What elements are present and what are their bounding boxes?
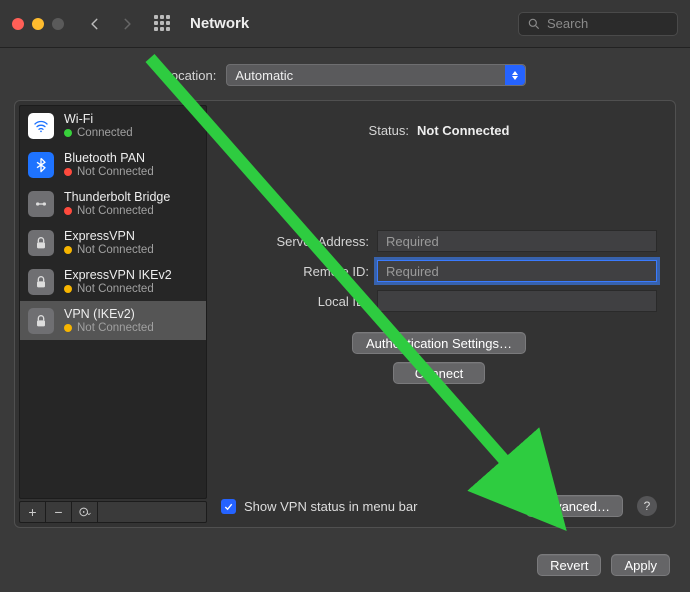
sidebar-item-bluetooth-pan[interactable]: Bluetooth PAN Not Connected <box>20 145 206 184</box>
main-panel: Wi-Fi Connected Bluetooth PAN Not Connec… <box>14 100 676 528</box>
detail-footer: Show VPN status in menu bar Advanced… ? <box>221 495 657 517</box>
bluetooth-icon <box>28 152 54 178</box>
close-window-button[interactable] <box>12 18 24 30</box>
remote-id-input[interactable]: Required <box>377 260 657 282</box>
sidebar-item-label: Thunderbolt Bridge <box>64 190 170 204</box>
status-dot-icon <box>64 168 72 176</box>
apply-button[interactable]: Apply <box>611 554 670 576</box>
back-button[interactable] <box>84 13 106 35</box>
status-dot-icon <box>64 129 72 137</box>
server-address-input[interactable]: Required <box>377 230 657 252</box>
sidebar-item-expressvpn-ikev2[interactable]: ExpressVPN IKEv2 Not Connected <box>20 262 206 301</box>
server-address-label: Server Address: <box>221 234 369 249</box>
connect-button[interactable]: Connect <box>393 362 485 384</box>
checkmark-icon <box>223 501 234 512</box>
sidebar-item-status: Not Connected <box>77 282 154 296</box>
local-id-label: Local ID: <box>221 294 369 309</box>
window-traffic-lights <box>12 18 64 30</box>
server-address-row: Server Address: Required <box>221 230 657 252</box>
service-list[interactable]: Wi-Fi Connected Bluetooth PAN Not Connec… <box>19 105 207 499</box>
forward-button[interactable] <box>116 13 138 35</box>
advanced-button[interactable]: Advanced… <box>526 495 623 517</box>
search-icon <box>527 17 541 31</box>
sidebar-item-status: Not Connected <box>77 321 154 335</box>
sidebar-item-label: ExpressVPN <box>64 229 154 243</box>
location-select[interactable]: Automatic <box>226 64 526 86</box>
authentication-settings-button[interactable]: Authentication Settings… <box>352 332 526 354</box>
status-dot-icon <box>64 285 72 293</box>
remote-id-label: Remote ID: <box>221 264 369 279</box>
lock-icon <box>28 230 54 256</box>
search-input[interactable]: Search <box>518 12 678 36</box>
sidebar-item-label: VPN (IKEv2) <box>64 307 154 321</box>
local-id-input[interactable] <box>377 290 657 312</box>
connection-status-row: Status: Not Connected <box>221 123 657 138</box>
status-dot-icon <box>64 207 72 215</box>
service-sidebar: Wi-Fi Connected Bluetooth PAN Not Connec… <box>15 101 211 527</box>
sidebar-footer: + − ⊙⌄ <box>19 501 207 523</box>
remote-id-placeholder: Required <box>386 264 439 279</box>
status-dot-icon <box>64 324 72 332</box>
status-dot-icon <box>64 246 72 254</box>
status-label: Status: <box>369 123 409 138</box>
remove-service-button[interactable]: − <box>46 502 72 522</box>
location-value: Automatic <box>235 68 293 83</box>
detail-pane: Status: Not Connected Server Address: Re… <box>211 101 675 527</box>
sidebar-item-wifi[interactable]: Wi-Fi Connected <box>20 106 206 145</box>
sidebar-item-status: Not Connected <box>77 165 154 179</box>
revert-button[interactable]: Revert <box>537 554 601 576</box>
sidebar-item-label: Wi-Fi <box>64 112 133 126</box>
show-vpn-status-checkbox[interactable] <box>221 499 236 514</box>
thunderbolt-icon <box>28 191 54 217</box>
titlebar: Network Search <box>0 0 690 48</box>
lock-icon <box>28 269 54 295</box>
remote-id-row: Remote ID: Required <box>221 260 657 282</box>
search-placeholder: Search <box>547 16 588 31</box>
add-service-button[interactable]: + <box>20 502 46 522</box>
show-all-prefs-button[interactable] <box>154 15 172 33</box>
wifi-icon <box>28 113 54 139</box>
zoom-window-button[interactable] <box>52 18 64 30</box>
help-button[interactable]: ? <box>637 496 657 516</box>
sidebar-item-status: Not Connected <box>77 204 154 218</box>
server-address-placeholder: Required <box>386 234 439 249</box>
local-id-row: Local ID: <box>221 290 657 312</box>
detail-button-stack: Authentication Settings… Connect <box>221 332 657 384</box>
sidebar-item-thunderbolt-bridge[interactable]: Thunderbolt Bridge Not Connected <box>20 184 206 223</box>
status-value: Not Connected <box>417 123 509 138</box>
show-vpn-status-label: Show VPN status in menu bar <box>244 499 417 514</box>
window-title: Network <box>190 15 249 32</box>
location-row: Location: Automatic <box>0 48 690 100</box>
sidebar-item-label: ExpressVPN IKEv2 <box>64 268 172 282</box>
sidebar-item-expressvpn[interactable]: ExpressVPN Not Connected <box>20 223 206 262</box>
sidebar-item-status: Connected <box>77 126 133 140</box>
sidebar-item-status: Not Connected <box>77 243 154 257</box>
sidebar-item-vpn-ikev2[interactable]: VPN (IKEv2) Not Connected <box>20 301 206 340</box>
lock-icon <box>28 308 54 334</box>
sidebar-item-label: Bluetooth PAN <box>64 151 154 165</box>
service-actions-menu[interactable]: ⊙⌄ <box>72 502 98 522</box>
location-label: Location: <box>164 68 217 83</box>
select-stepper-icon <box>505 65 525 85</box>
minimize-window-button[interactable] <box>32 18 44 30</box>
window-footer: Revert Apply <box>537 554 670 576</box>
